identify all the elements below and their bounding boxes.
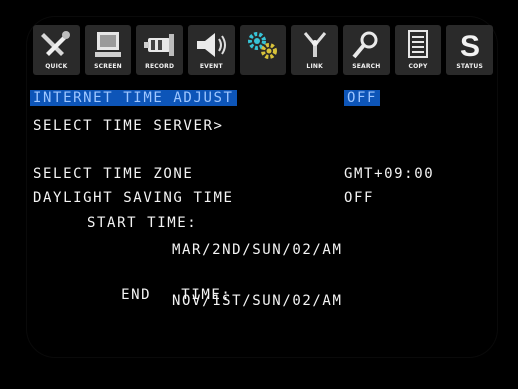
toolbar-record-button[interactable]: RECORD	[136, 25, 184, 75]
magnifier-icon	[352, 31, 378, 59]
internet-time-adjust-value-row[interactable]: OFF	[344, 88, 381, 108]
start-time-label-row: START TIME:	[87, 213, 197, 233]
end-time-value-text: NOV/1ST/SUN/02/AM	[172, 293, 343, 309]
tools-icon	[41, 31, 71, 56]
menu-toolbar: QUICK SCREEN RECORD EVENT LINK SEARCH CO…	[33, 25, 494, 77]
start-time-value-text: MAR/2ND/SUN/02/AM	[172, 242, 343, 258]
toolbar-label: LINK	[306, 63, 323, 70]
start-time-value[interactable]: MAR/2ND/SUN/02/AM	[172, 240, 343, 260]
toolbar-link-button[interactable]: LINK	[291, 25, 339, 75]
select-time-zone-row[interactable]: SELECT TIME ZONE	[33, 164, 193, 184]
toolbar-event-button[interactable]: EVENT	[188, 25, 235, 75]
document-icon	[408, 30, 429, 58]
toolbar-quick-button[interactable]: QUICK	[33, 25, 80, 75]
select-time-zone-label: SELECT TIME ZONE	[33, 166, 194, 182]
select-time-zone-value[interactable]: GMT+09:00	[344, 164, 434, 184]
toolbar-label: SEARCH	[352, 63, 381, 70]
toolbar-label: STATUS	[456, 63, 484, 70]
toolbar-screen-button[interactable]: SCREEN	[84, 25, 132, 75]
speaker-icon	[197, 33, 227, 57]
select-time-server-label: SELECT TIME SERVER>	[33, 118, 224, 134]
end-time-value[interactable]: NOV/1ST/SUN/02/AM	[172, 291, 343, 311]
internet-time-adjust-row[interactable]: INTERNET TIME ADJUST	[30, 88, 237, 108]
daylight-saving-row[interactable]: DAYLIGHT SAVING TIME	[33, 188, 234, 208]
end-time-label-row: END TIME:	[81, 265, 231, 303]
antenna-icon	[303, 32, 326, 57]
toolbar-copy-button[interactable]: COPY	[394, 25, 442, 75]
gears-icon	[248, 32, 278, 59]
start-time-label: START TIME:	[87, 215, 198, 231]
toolbar-label: COPY	[408, 63, 428, 70]
daylight-saving-value[interactable]: OFF	[344, 188, 374, 208]
status-s-icon: S	[460, 30, 480, 61]
internet-time-adjust-value: OFF	[344, 90, 381, 106]
toolbar-status-button[interactable]: S STATUS	[446, 25, 494, 75]
toolbar-label: SCREEN	[94, 63, 122, 70]
monitor-icon	[95, 32, 121, 57]
toolbar-search-button[interactable]: SEARCH	[343, 25, 390, 75]
internet-time-adjust-label: INTERNET TIME ADJUST	[30, 90, 237, 106]
time-zone-value-text: GMT+09:00	[344, 166, 435, 182]
toolbar-label: EVENT	[199, 63, 223, 70]
toolbar-label: RECORD	[145, 63, 175, 70]
dvr-screen-frame: QUICK SCREEN RECORD EVENT LINK SEARCH CO…	[0, 0, 518, 389]
daylight-saving-label: DAYLIGHT SAVING TIME	[33, 190, 234, 206]
toolbar-setup-button[interactable]	[239, 25, 287, 75]
toolbar-label: QUICK	[45, 63, 68, 70]
daylight-saving-value-text: OFF	[344, 190, 375, 206]
select-time-server-row[interactable]: SELECT TIME SERVER>	[33, 116, 224, 136]
svg-text:S: S	[460, 30, 480, 61]
camera-icon	[143, 34, 174, 56]
